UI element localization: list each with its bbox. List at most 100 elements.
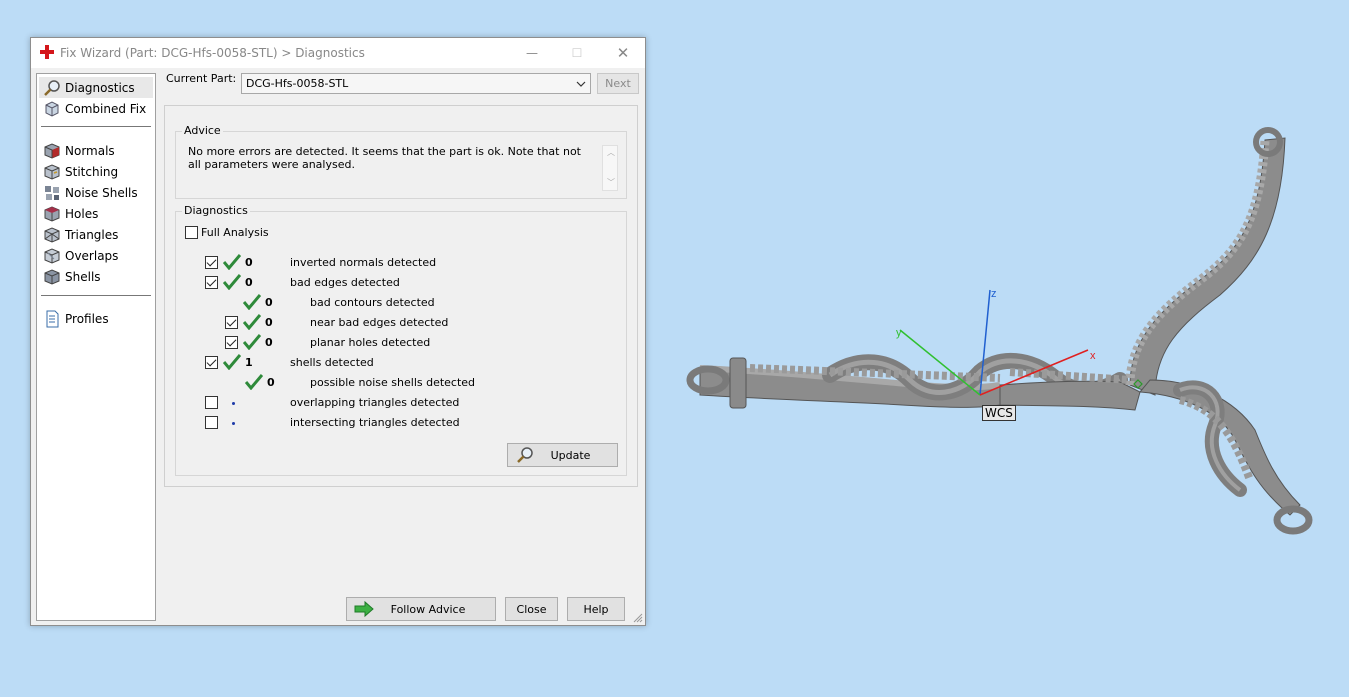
sidebar-item-label: Noise Shells: [65, 185, 138, 200]
sidebar-item-profiles[interactable]: Profiles: [39, 308, 153, 329]
scroll-up-icon[interactable]: ︿: [606, 149, 616, 157]
resize-grip-icon[interactable]: [633, 613, 643, 623]
minimize-button[interactable]: —: [509, 38, 555, 68]
advice-text: No more errors are detected. It seems th…: [188, 145, 581, 171]
close-button[interactable]: Close: [505, 597, 558, 621]
sidebar-item-label: Diagnostics: [65, 80, 135, 95]
model-viewport[interactable]: z y x: [660, 110, 1340, 570]
sidebar-item-triangles[interactable]: Triangles: [39, 224, 153, 245]
row-checkbox[interactable]: [205, 416, 218, 429]
green-check-icon: [243, 334, 261, 350]
row-label: possible noise shells detected: [310, 376, 476, 389]
green-check-icon: [243, 294, 261, 310]
sidebar-item-diagnostics[interactable]: Diagnostics: [39, 77, 153, 98]
pending-dot-icon: [232, 422, 235, 425]
sidebar-item-holes[interactable]: Holes: [39, 203, 153, 224]
advice-group: Advice No more errors are detected. It s…: [175, 124, 627, 199]
noise-shells-icon: [45, 185, 59, 200]
row-checkbox[interactable]: [225, 336, 238, 349]
row-label: bad edges detected: [290, 276, 400, 289]
pending-dot-icon: [232, 402, 235, 405]
advice-scrollbar[interactable]: ︿ ﹀: [602, 145, 618, 191]
wcs-label: WCS: [982, 405, 1016, 421]
sidebar-divider: [41, 295, 151, 296]
maximize-button[interactable]: ☐: [554, 38, 600, 68]
sidebar-item-label: Normals: [65, 143, 115, 158]
cube-fix-icon: [45, 100, 59, 117]
row-checkbox[interactable]: [205, 356, 218, 369]
next-button[interactable]: Next: [597, 73, 639, 94]
help-button[interactable]: Help: [567, 597, 625, 621]
row-checkbox[interactable]: [205, 256, 218, 269]
row-label: bad contours detected: [310, 296, 435, 309]
holes-cube-icon: [44, 205, 60, 222]
green-check-icon: [223, 354, 241, 370]
row-count: 0: [245, 256, 253, 269]
sidebar-item-overlaps[interactable]: Overlaps: [39, 245, 153, 266]
overlaps-cube-icon: [44, 247, 60, 264]
full-analysis-label: Full Analysis: [201, 226, 269, 239]
row-count: 0: [265, 336, 273, 349]
follow-advice-button[interactable]: Follow Advice: [346, 597, 496, 621]
row-count: 0: [265, 296, 273, 309]
row-label: overlapping triangles detected: [290, 396, 460, 409]
sidebar-item-label: Triangles: [65, 227, 119, 242]
close-window-button[interactable]: ✕: [600, 38, 646, 68]
jewelry-model: [686, 127, 1313, 535]
diagnostics-group: Diagnostics Full Analysis 0 inverted nor…: [175, 204, 627, 476]
advice-title: Advice: [182, 124, 223, 137]
green-check-icon: [223, 254, 241, 270]
row-label: intersecting triangles detected: [290, 416, 460, 429]
current-part-select[interactable]: DCG-Hfs-0058-STL: [241, 73, 591, 94]
row-label: planar holes detected: [310, 336, 431, 349]
title-bar[interactable]: Fix Wizard (Part: DCG-Hfs-0058-STL) > Di…: [31, 38, 645, 68]
triangles-cube-icon: [44, 226, 60, 243]
update-button[interactable]: Update: [507, 443, 618, 467]
stitching-cube-icon: [44, 163, 60, 180]
row-checkbox[interactable]: [205, 276, 218, 289]
profiles-document-icon: [46, 310, 59, 327]
sidebar-item-combined-fix[interactable]: Combined Fix: [39, 98, 153, 119]
sidebar-item-shells[interactable]: Shells: [39, 266, 153, 287]
sidebar: Diagnostics Combined Fix Normals Stitchi…: [36, 73, 156, 621]
sidebar-item-label: Stitching: [65, 164, 119, 179]
row-checkbox[interactable]: [225, 316, 238, 329]
fix-wizard-window: Fix Wizard (Part: DCG-Hfs-0058-STL) > Di…: [30, 37, 646, 626]
row-checkbox[interactable]: [205, 396, 218, 409]
row-count: 1: [245, 356, 253, 369]
sidebar-item-stitching[interactable]: Stitching: [39, 161, 153, 182]
row-count: 0: [267, 376, 275, 389]
red-cross-icon: [40, 45, 54, 59]
magnifier-icon: [44, 79, 60, 96]
shells-cube-icon: [44, 268, 60, 285]
sidebar-item-label: Overlaps: [65, 248, 119, 263]
sidebar-item-normals[interactable]: Normals: [39, 140, 153, 161]
diagnostics-panel: Advice No more errors are detected. It s…: [164, 105, 638, 487]
follow-advice-label: Follow Advice: [390, 602, 466, 616]
sidebar-item-noise-shells[interactable]: Noise Shells: [39, 182, 153, 203]
row-label: near bad edges detected: [310, 316, 449, 329]
x-axis-label: x: [1090, 350, 1096, 362]
sidebar-divider: [41, 126, 151, 127]
normals-cube-icon: [44, 142, 60, 159]
sidebar-item-label: Shells: [65, 269, 101, 284]
row-label: shells detected: [290, 356, 374, 369]
current-part-label: Current Part:: [166, 72, 237, 85]
z-axis-label: z: [991, 288, 997, 300]
sidebar-item-label: Profiles: [65, 311, 109, 326]
update-label: Update: [550, 448, 591, 462]
row-label: inverted normals detected: [290, 256, 437, 269]
sidebar-item-label: Holes: [65, 206, 99, 221]
diagnostics-title: Diagnostics: [182, 204, 250, 217]
chevron-down-icon: [576, 81, 586, 87]
row-count: 0: [245, 276, 253, 289]
green-check-icon: [223, 274, 241, 290]
scroll-down-icon[interactable]: ﹀: [606, 179, 616, 187]
current-part-value: DCG-Hfs-0058-STL: [246, 77, 349, 90]
magnifier-icon: [517, 447, 533, 463]
green-check-icon: [245, 374, 263, 390]
y-axis-label: y: [896, 327, 902, 339]
green-arrow-right-icon: [354, 600, 374, 618]
full-analysis-checkbox[interactable]: [185, 226, 198, 239]
green-check-icon: [243, 314, 261, 330]
